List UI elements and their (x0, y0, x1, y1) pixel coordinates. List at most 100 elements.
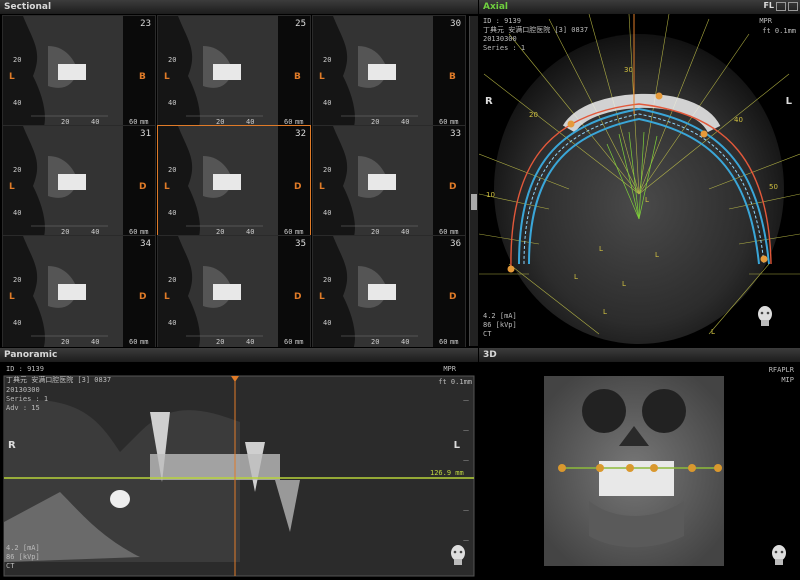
sectional-title: Sectional (0, 0, 478, 14)
tick-label: 20 (61, 338, 70, 346)
svg-text:L: L (574, 273, 578, 281)
panoramic-patient: 丁典元 安满口腔医院 [3] 0837 (6, 376, 112, 384)
tick-label: 20 (216, 338, 225, 346)
view3d-mode: MIP (781, 376, 794, 384)
svg-text:L: L (655, 251, 659, 259)
sectional-panel[interactable]: Sectional 23 L B 20 40 20 40 60 mm 25 L … (0, 0, 478, 347)
panoramic-adv: Adv : 15 (6, 404, 40, 412)
axial-date: 20130300 (483, 35, 517, 43)
slice-left-label: L (319, 72, 325, 82)
tick-label: 40 (323, 99, 332, 107)
svg-text:—: — (463, 457, 469, 464)
tick-label: 40 (168, 319, 177, 327)
slice-number: 23 (140, 19, 151, 29)
tick-unit: mm (140, 338, 149, 346)
sectional-cell[interactable]: 31 L D 20 40 20 40 60 mm (2, 125, 156, 239)
slice-right-label: B (294, 72, 301, 82)
tick-label: 20 (323, 276, 332, 284)
view3d-panel[interactable]: 3D RFAPLR MIP (479, 348, 800, 580)
slice-left-label: L (164, 72, 170, 82)
sectional-scrollbar[interactable] (469, 16, 478, 346)
svg-text:L: L (622, 280, 626, 288)
axial-ruler-3: 10 (486, 191, 495, 199)
svg-text:—: — (463, 427, 469, 434)
slice-right-label: D (139, 292, 147, 302)
slice-number: 32 (295, 129, 306, 139)
slice-left-label: L (164, 292, 170, 302)
head-orientation-icon (758, 306, 772, 326)
sectional-cell[interactable]: 33 L D 20 40 20 40 60 mm (312, 125, 466, 239)
panoramic-series: Series : 1 (6, 395, 49, 403)
svg-text:—: — (463, 507, 469, 514)
slice-right-label: D (449, 182, 457, 192)
axial-panel[interactable]: Axial FL L L L L L L L 30 20 10 40 50 ID… (479, 0, 800, 347)
panoramic-ma: 4.2 [mA] (6, 544, 40, 552)
tick-label: 40 (13, 319, 22, 327)
axial-image[interactable]: L L L L L L L 30 20 10 40 50 (479, 14, 800, 347)
tick-label: 60 (129, 338, 138, 346)
axial-ruler-1: 30 (624, 66, 633, 74)
slice-number: 35 (295, 239, 306, 249)
slice-left-label: L (9, 292, 15, 302)
panoramic-mode: MPR (443, 365, 456, 373)
sectional-cell[interactable]: 35 L D 20 40 20 40 60 mm (157, 235, 311, 347)
panoramic-image[interactable]: — — — — — (0, 362, 478, 580)
slice-right-label: B (449, 72, 456, 82)
tick-label: 20 (13, 276, 22, 284)
sectional-cell[interactable]: 34 L D 20 40 20 40 60 mm (2, 235, 156, 347)
axial-ct: CT (483, 330, 492, 338)
tick-label: 20 (323, 56, 332, 64)
svg-text:L: L (603, 308, 607, 316)
tick-label: 60 (439, 338, 448, 346)
sectional-cell[interactable]: 32 L D 20 40 20 40 60 mm (157, 125, 311, 239)
view3d-orientation: RFAPLR (768, 366, 794, 374)
tick-label: 20 (168, 276, 177, 284)
tick-label: 40 (168, 99, 177, 107)
tick-label: 40 (13, 99, 22, 107)
sectional-cell[interactable]: 25 L B 20 40 20 40 60 mm (157, 15, 311, 129)
view3d-image[interactable] (544, 376, 724, 566)
tick-label: 20 (323, 166, 332, 174)
axial-id: ID : 9139 (483, 17, 521, 25)
tick-label: 40 (246, 338, 255, 346)
slice-right-label: D (294, 182, 302, 192)
slice-right-label: B (139, 72, 146, 82)
sectional-cell[interactable]: 23 L B 20 40 20 40 60 mm (2, 15, 156, 129)
maximize-icon[interactable] (788, 2, 798, 11)
axial-ruler-2: 20 (529, 111, 538, 119)
panoramic-panel[interactable]: Panoramic — — — — — ID : 9139 丁典元 安满口腔医院 [3… (0, 348, 478, 580)
slice-right-label: D (449, 292, 457, 302)
axial-ma: 4.2 [mA] (483, 312, 517, 320)
svg-text:L: L (711, 328, 715, 336)
tick-unit: mm (295, 338, 304, 346)
view3d-teeth (599, 461, 674, 496)
slice-number: 33 (450, 129, 461, 139)
tick-label: 40 (323, 319, 332, 327)
svg-text:—: — (463, 397, 469, 404)
axial-orient-r: R (485, 96, 493, 107)
tick-label: 40 (323, 209, 332, 217)
svg-text:L: L (599, 245, 603, 253)
tick-label: 20 (168, 56, 177, 64)
sectional-cell[interactable]: 36 L D 20 40 20 40 60 mm (312, 235, 466, 347)
sectional-cell[interactable]: 30 L B 20 40 20 40 60 mm (312, 15, 466, 129)
head-orientation-icon (451, 545, 465, 565)
axial-ruler-4: 40 (734, 116, 743, 124)
panoramic-bridge (150, 454, 280, 480)
panoramic-title: Panoramic (0, 348, 478, 362)
view3d-title: 3D (479, 348, 800, 362)
axial-kvp: 86 [kVp] (483, 321, 517, 329)
panoramic-orient-l: L (453, 440, 460, 451)
slice-number: 34 (140, 239, 151, 249)
slice-left-label: L (319, 292, 325, 302)
axial-thickness: ft 0.1mm (762, 27, 796, 35)
sectional-scroll-thumb[interactable] (471, 194, 477, 210)
restore-icon[interactable] (776, 2, 786, 11)
head-orientation-icon (772, 545, 786, 565)
tick-label: 20 (371, 338, 380, 346)
slice-left-label: L (9, 182, 15, 192)
slice-left-label: L (9, 72, 15, 82)
panoramic-thickness: ft 0.1mm (438, 378, 472, 386)
slice-right-label: D (139, 182, 147, 192)
slice-number: 25 (295, 19, 306, 29)
